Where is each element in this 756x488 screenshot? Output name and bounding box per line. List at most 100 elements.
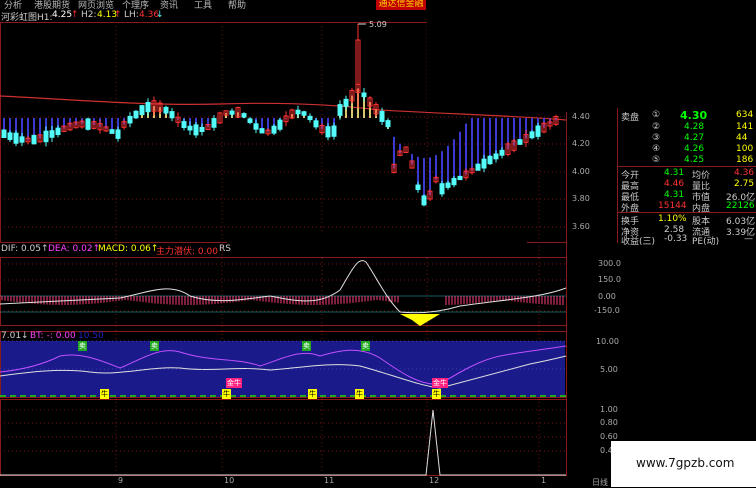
signal-axis-label: 0.80 [600, 418, 618, 427]
candle-body [86, 119, 90, 129]
candle-body [278, 120, 282, 129]
signal-axis-label: 1.00 [600, 405, 618, 414]
sell-signal: 卖 [150, 341, 159, 351]
candle-body [344, 99, 348, 106]
order-volume: 100 [736, 144, 753, 154]
macd-line [0, 261, 566, 313]
candle-body [302, 112, 306, 116]
candle-body [134, 111, 138, 118]
bt-axis-label: 10.00 [596, 337, 619, 346]
candle-body [362, 93, 366, 97]
band-stripe [519, 118, 521, 142]
signal-axis-label: 0.60 [600, 432, 618, 441]
h2-label: H2: [81, 10, 97, 20]
gold-bull-signal: 金牛 [432, 378, 448, 388]
candle-body [296, 110, 300, 114]
dea-value: DEA: 0.02↑ [48, 244, 100, 254]
candle-body [530, 132, 534, 138]
order-price: 4.28 [684, 122, 704, 132]
menu-tools[interactable]: 工具 [194, 0, 212, 11]
candle-body [440, 184, 444, 194]
sell-signal: 卖 [302, 341, 311, 351]
candle-body [2, 130, 6, 137]
bt-main-value: 7.01↓ [1, 331, 29, 341]
x-axis-label: 1 [541, 476, 546, 485]
indicator-title: 河彩虹图H1: [1, 10, 53, 23]
band-stripe [447, 146, 449, 185]
order-volume: 141 [736, 122, 753, 132]
bull-signal: 牛 [355, 389, 364, 399]
candle-body [314, 121, 318, 127]
candle-body [458, 176, 462, 179]
stat-value: 15144 [658, 201, 687, 211]
lh-down-arrow: ↓ [156, 10, 164, 20]
candle-body [260, 129, 264, 133]
menu-bar: 分析 港股期货 网页浏览 个理序 资讯 工具 帮助 通达信金融 [0, 0, 756, 10]
price-axis-label: 3.80 [572, 194, 590, 203]
candle-body [56, 128, 60, 134]
watermark-text: www.7gpzb.com [636, 456, 734, 470]
band-stripe [489, 118, 491, 160]
candle-body [254, 124, 258, 129]
candle-body [518, 140, 522, 145]
band-stripe [453, 139, 455, 181]
stat-value: — [744, 234, 753, 244]
menu-alert-banner[interactable]: 通达信金融 [376, 0, 426, 10]
stat-label: PE(动) [692, 234, 719, 247]
candle-body [272, 126, 276, 133]
x-axis-label: 11 [324, 476, 334, 485]
dif-value: DIF: 0.05↑ [1, 244, 49, 254]
x-axis-label: 10 [224, 476, 234, 485]
stat-value: 22126 [726, 201, 755, 211]
candle-body [416, 185, 420, 189]
h2-up-arrow: ↑ [114, 10, 122, 20]
candle-body [8, 133, 12, 140]
candle-body [116, 130, 120, 138]
quote-panel: 卖盘 ① 4.30 634 ② 4.28 141 ③ 4.27 44 ④ 4.2… [617, 108, 756, 243]
candle-body [32, 135, 36, 143]
stat-value: 1.10% [658, 214, 687, 224]
bull-signal: 牛 [432, 389, 441, 399]
candle-body [242, 114, 246, 117]
menu-help[interactable]: 帮助 [228, 0, 246, 11]
bull-signal: 牛 [308, 389, 317, 399]
period-label[interactable]: 日线 [592, 477, 608, 488]
candle-body [146, 102, 150, 111]
order-price: 4.30 [680, 109, 707, 122]
candle-body [164, 107, 168, 113]
order-price: 4.25 [684, 155, 704, 165]
x-axis-label: 9 [118, 476, 123, 485]
rs-label: RS [219, 244, 231, 254]
macd-value: MACD: 0.06↑ [98, 244, 158, 254]
zlxc-value: 主力潜伏: 0.00 [156, 244, 218, 257]
macd-axis-label: 150.0 [598, 275, 621, 284]
macd-yellow-bar [400, 314, 440, 326]
bt-value: BT: -: 0.00 [30, 331, 76, 341]
macd-axis-label: 300.0 [598, 259, 621, 268]
order-volume: 44 [736, 133, 747, 143]
candle-body [452, 178, 456, 184]
candle-body [212, 119, 216, 128]
candle-body [248, 119, 252, 123]
bt-axis-label: 5.00 [600, 365, 618, 374]
candle-body [338, 105, 342, 116]
order-level: ① [652, 110, 660, 120]
candle-body [446, 183, 450, 187]
candle-body [494, 154, 498, 159]
candle-body [170, 112, 174, 118]
macd-axis-label: -150.0 [594, 306, 620, 315]
order-level: ② [652, 122, 660, 132]
blank-overlay [227, 231, 527, 257]
candle-body [50, 131, 54, 138]
candle-body [488, 156, 492, 163]
candle-body [194, 125, 198, 135]
order-level: ③ [652, 133, 660, 143]
candle-body [386, 121, 390, 127]
candle-body [500, 150, 504, 155]
candle-body [380, 111, 384, 121]
order-price: 4.26 [684, 144, 704, 154]
stat-label: 收益(三) [621, 234, 655, 247]
candle-body [482, 159, 486, 168]
order-price: 4.27 [684, 133, 704, 143]
x-axis-label: 12 [429, 476, 439, 485]
